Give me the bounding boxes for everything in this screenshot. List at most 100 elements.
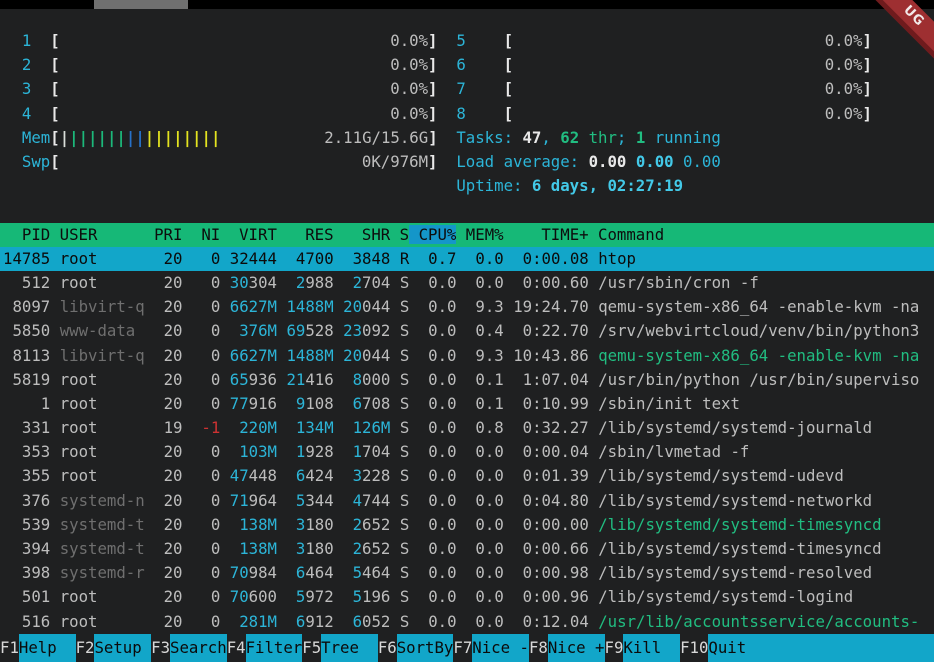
fnbutton-nice-[interactable]: Nice + xyxy=(548,634,605,662)
shr-cell: 6 xyxy=(353,612,362,631)
shr-cell: 5 xyxy=(353,563,362,582)
process-row-pid-5819[interactable]: 5819 root 20 0 65936 21416 8000 S 0.0 0.… xyxy=(0,368,934,392)
header-right-columns: MEM% TIME+ Command xyxy=(456,225,664,244)
process-row-pid-376[interactable]: 376 systemd-n 20 0 71964 5344 4744 S 0.0… xyxy=(0,489,934,513)
user-cell: systemd-n xyxy=(60,491,145,510)
shr-cell: 2 xyxy=(353,539,362,558)
cpu-meter-7: 7 [ 0.0%] xyxy=(456,77,872,101)
nice-cell: -1 xyxy=(192,418,220,437)
fnbutton-kill[interactable]: Kill xyxy=(623,634,680,662)
fnkey-f9[interactable]: F9 xyxy=(605,634,624,662)
virt-cell: 30 xyxy=(230,273,249,292)
command-cell: /sbin/init text xyxy=(598,394,740,413)
fnkey-f7[interactable]: F7 xyxy=(453,634,472,662)
state-cell: S xyxy=(400,466,409,485)
user-cell: root xyxy=(60,394,145,413)
cpu-pct-cell: 0.0 xyxy=(419,418,457,437)
function-key-bar: F1Help F2Setup F3SearchF4FilterF5Tree F6… xyxy=(0,634,934,662)
res-cell: 3 xyxy=(296,515,305,534)
process-row-pid-331[interactable]: 331 root 19 -1 220M 134M 126M S 0.0 0.8 … xyxy=(0,416,934,440)
cpu-pct-cell: 0.0 xyxy=(419,587,457,606)
process-row-pid-8097[interactable]: 8097 libvirt-q 20 0 6627M 1488M 20044 S … xyxy=(0,295,934,319)
command-cell: /usr/lib/accountsservice/accounts- xyxy=(598,612,919,631)
process-row-pid-8113[interactable]: 8113 libvirt-q 20 0 6627M 1488M 20044 S … xyxy=(0,344,934,368)
shr-cell: 3 xyxy=(353,466,362,485)
window-top-strip xyxy=(0,0,934,9)
cpu-pct-cell: 0.0 xyxy=(419,442,457,461)
fnbutton-tree[interactable]: Tree xyxy=(321,634,378,662)
fnkey-f8[interactable]: F8 xyxy=(529,634,548,662)
meter-bar: | xyxy=(211,128,220,147)
fnkey-f4[interactable]: F4 xyxy=(227,634,246,662)
virt-cell: 65 xyxy=(230,370,249,389)
virt-cell: 281M xyxy=(239,612,277,631)
state-cell: S xyxy=(400,563,409,582)
mem-pct-cell: 0.4 xyxy=(466,321,504,340)
process-row-pid-539[interactable]: 539 systemd-t 20 0 138M 3180 2652 S 0.0 … xyxy=(0,513,934,537)
fnbutton-setup[interactable]: Setup xyxy=(94,634,151,662)
cpu-pct-cell: 0.0 xyxy=(419,612,457,631)
shr-cell: 5 xyxy=(353,587,362,606)
process-row-pid-14785[interactable]: 14785 root 20 0 32444 4700 3848 R 0.7 0.… xyxy=(0,247,934,271)
fnkey-f6[interactable]: F6 xyxy=(378,634,397,662)
time-cell: 0:00.00 xyxy=(513,515,589,534)
meters-panel: 1 [ 0.0%] 2 [ 0.0%] 3 [ 0.0%] 4 [ 0.0%] … xyxy=(0,29,934,223)
fnkey-f2[interactable]: F2 xyxy=(76,634,95,662)
nice-cell: 0 xyxy=(192,612,220,631)
user-cell: libvirt-q xyxy=(60,346,145,365)
meter-bar: | xyxy=(145,128,154,147)
time-cell: 0:00.04 xyxy=(513,442,589,461)
window-tab-fragment[interactable] xyxy=(94,0,188,9)
uptime-line: Uptime: 6 days, 02:27:19 xyxy=(456,174,872,198)
process-row-pid-398[interactable]: 398 systemd-r 20 0 70984 6464 5464 S 0.0… xyxy=(0,561,934,585)
pid-cell: 512 xyxy=(3,273,50,292)
fnkey-f3[interactable]: F3 xyxy=(151,634,170,662)
virt-cell: 6627M xyxy=(230,297,277,316)
process-row-pid-5850[interactable]: 5850 www-data 20 0 376M 69528 23092 S 0.… xyxy=(0,319,934,343)
meters-right-column: 5 [ 0.0%]6 [ 0.0%]7 [ 0.0%]8 [ 0.0%]Task… xyxy=(456,29,872,198)
pri-cell: 20 xyxy=(154,563,182,582)
process-table-header[interactable]: PID USER PRI NI VIRT RES SHR S CPU% MEM%… xyxy=(0,223,934,247)
virt-cell: 70 xyxy=(230,587,249,606)
meter-bar: | xyxy=(116,128,125,147)
nice-cell: 0 xyxy=(192,370,220,389)
user-cell: root xyxy=(60,249,145,268)
process-row-pid-1[interactable]: 1 root 20 0 77916 9108 6708 S 0.0 0.1 0:… xyxy=(0,392,934,416)
fnbutton-filter[interactable]: Filter xyxy=(246,634,303,662)
fnbutton-sortby[interactable]: SortBy xyxy=(397,634,454,662)
pid-cell: 331 xyxy=(3,418,50,437)
nice-cell: 0 xyxy=(192,539,220,558)
fnkey-f10[interactable]: F10 xyxy=(680,634,708,662)
process-row-pid-516[interactable]: 516 root 20 0 281M 6912 6052 S 0.0 0.0 0… xyxy=(0,610,934,634)
mem-pct-cell: 0.8 xyxy=(466,418,504,437)
user-cell: systemd-t xyxy=(60,515,145,534)
process-row-pid-394[interactable]: 394 systemd-t 20 0 138M 3180 2652 S 0.0 … xyxy=(0,537,934,561)
fnbutton-nice-[interactable]: Nice - xyxy=(472,634,529,662)
pid-cell: 398 xyxy=(3,563,50,582)
nice-cell: 0 xyxy=(192,491,220,510)
fnbutton-help[interactable]: Help xyxy=(19,634,76,662)
time-cell: 10:43.86 xyxy=(513,346,589,365)
pri-cell: 20 xyxy=(154,346,182,365)
mem-pct-cell: 0.0 xyxy=(466,515,504,534)
fnkey-f5[interactable]: F5 xyxy=(302,634,321,662)
command-cell: qemu-system-x86_64 -enable-kvm -na xyxy=(598,346,919,365)
cpu-pct-cell: 0.0 xyxy=(419,273,457,292)
nice-cell: 0 xyxy=(192,587,220,606)
process-row-pid-512[interactable]: 512 root 20 0 30304 2988 2704 S 0.0 0.0 … xyxy=(0,271,934,295)
pri-cell: 20 xyxy=(154,321,182,340)
mem-pct-cell: 0.0 xyxy=(466,442,504,461)
meter-bar: | xyxy=(183,128,192,147)
fnbutton-quit[interactable]: Quit xyxy=(708,634,746,662)
meter-bar: | xyxy=(154,128,163,147)
time-cell: 0:22.70 xyxy=(513,321,589,340)
virt-cell: 103M xyxy=(239,442,277,461)
res-cell: 6 xyxy=(296,612,305,631)
fnkey-f1[interactable]: F1 xyxy=(0,634,19,662)
process-row-pid-355[interactable]: 355 root 20 0 47448 6424 3228 S 0.0 0.0 … xyxy=(0,464,934,488)
user-cell: root xyxy=(60,466,145,485)
process-row-pid-501[interactable]: 501 root 20 0 70600 5972 5196 S 0.0 0.0 … xyxy=(0,585,934,609)
process-row-pid-353[interactable]: 353 root 20 0 103M 1928 1704 S 0.0 0.0 0… xyxy=(0,440,934,464)
fnbutton-search[interactable]: Search xyxy=(170,634,227,662)
res-cell: 2 xyxy=(296,273,305,292)
